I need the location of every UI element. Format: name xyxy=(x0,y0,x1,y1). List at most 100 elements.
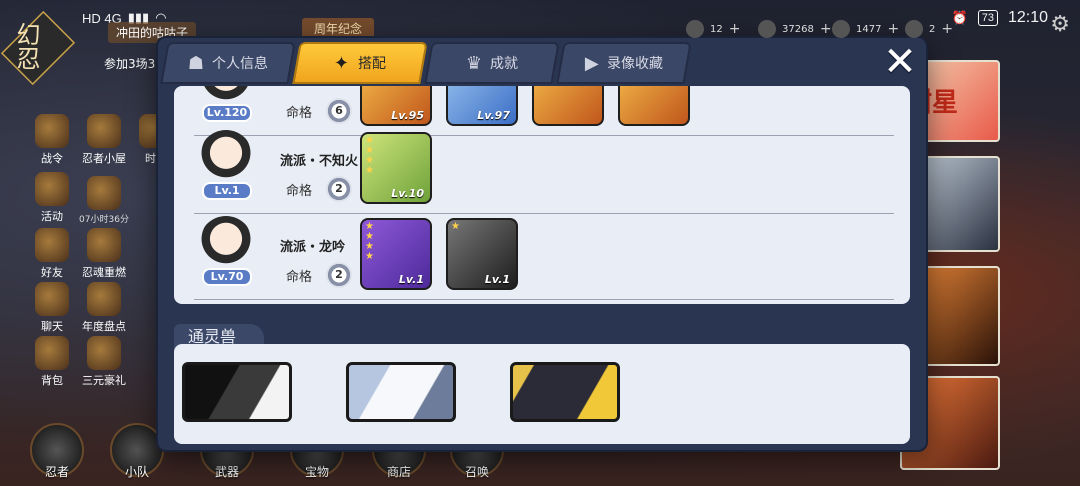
side-item-backpack[interactable]: 背包 xyxy=(24,336,80,388)
battery-indicator: 73 xyxy=(977,10,998,26)
equipment-slot[interactable]: ★ ★ ★ ★ Lv.10 xyxy=(360,132,432,204)
friends-icon xyxy=(35,228,69,262)
white-eagle-beast[interactable] xyxy=(346,362,456,422)
equipment-level: Lv.1 xyxy=(398,273,424,286)
tab-play[interactable]: ▶ 录像收藏 xyxy=(556,42,692,84)
ninja-row: Lv.70 流派・龙吟命格 2 ★ ★ ★ ★ Lv.1 ★ Lv.1 xyxy=(194,212,894,300)
sanyuan-gift-icon xyxy=(87,336,121,370)
black-wolf-beast[interactable] xyxy=(182,362,292,422)
side-item-soul-reforge[interactable]: 忍魂重燃 xyxy=(76,228,132,280)
soul-reforge-icon xyxy=(87,228,121,262)
side-item-timer-event[interactable]: 07小时36分 xyxy=(76,176,132,225)
side-item-label: 活动 xyxy=(41,210,63,223)
loadout-panel: Lv.120 命格 6 Lv.95 Lv.97 Lv.1 流派・不知火 命格 2 ★ ★ ★ ★ L… xyxy=(174,86,910,304)
tab-shuriken[interactable]: ✦ 搭配 xyxy=(292,42,428,84)
bottom-nav-label: 小队 xyxy=(124,465,149,479)
resource-value: 2 xyxy=(929,23,936,35)
resource-token[interactable]: 2 + xyxy=(905,20,953,38)
shuriken-icon: ✦ xyxy=(334,52,350,74)
side-item-label: 聊天 xyxy=(41,320,63,333)
equipment-level: Lv.97 xyxy=(477,109,510,122)
dialog-tabs: ☗ 个人信息 ✦ 搭配 ♛ 成就 ▶ 录像收藏 xyxy=(160,42,692,84)
equipment-slot[interactable] xyxy=(532,86,604,126)
bottom-nav-label: 忍者 xyxy=(44,465,69,479)
fate-label: 命格 xyxy=(286,106,313,121)
house-icon xyxy=(686,20,704,38)
annual-review-icon xyxy=(87,282,121,316)
resource-house[interactable]: 12 + xyxy=(686,20,740,38)
side-item-ninja-house[interactable]: 忍者小屋 xyxy=(76,114,132,166)
side-item-battle-pass[interactable]: 战令 xyxy=(24,114,80,166)
tab-trophy[interactable]: ♛ 成就 xyxy=(424,42,560,84)
gear-icon[interactable]: ⚙ xyxy=(1050,12,1070,37)
side-item-activity[interactable]: 活动 xyxy=(24,172,80,224)
resource-coin[interactable]: 37268 + xyxy=(758,20,832,38)
activity-icon xyxy=(35,172,69,206)
side-item-sanyuan-gift[interactable]: 三元豪礼 xyxy=(76,336,132,388)
fate-label: 命格 xyxy=(286,270,313,285)
close-button[interactable]: ✕ xyxy=(878,40,922,84)
side-item-timer: 07小时36分 xyxy=(79,215,129,225)
side-item-annual-review[interactable]: 年度盘点 xyxy=(76,282,132,334)
resource-value: 1477 xyxy=(856,23,882,35)
ninja-row: Lv.1 流派・不知火命格 2 ★ ★ ★ ★ Lv.10 xyxy=(194,126,894,214)
ninja-style-label: 流派・不知火 xyxy=(280,154,359,169)
ninja-level-badge: Lv.70 xyxy=(202,268,252,286)
ninja-style-label: 流派・龙吟 xyxy=(280,240,346,255)
ninja-portrait[interactable] xyxy=(198,130,254,190)
fate-icon[interactable]: 2 xyxy=(326,262,352,288)
side-item-label: 背包 xyxy=(41,374,63,387)
side-item-label: 忍者小屋 xyxy=(82,152,126,165)
star-rating: ★ ★ ★ ★ xyxy=(365,135,374,176)
equipment-level: Lv.1 xyxy=(484,273,510,286)
battle-pass-icon xyxy=(35,114,69,148)
side-item-friends[interactable]: 好友 xyxy=(24,228,80,280)
equipment-level: Lv.95 xyxy=(391,109,424,122)
plus-icon[interactable]: + xyxy=(941,21,953,37)
star-rating: ★ ★ ★ ★ xyxy=(365,221,374,262)
fate-icon[interactable]: 2 xyxy=(326,176,352,202)
star-rating: ★ xyxy=(451,221,460,232)
bottom-nav-label: 商店 xyxy=(386,465,411,479)
side-item-chat[interactable]: 聊天 xyxy=(24,282,80,334)
tab-label: 搭配 xyxy=(357,56,386,72)
clock: 12:10 xyxy=(1007,9,1048,26)
plus-icon[interactable]: + xyxy=(887,21,899,37)
side-item-label: 战令 xyxy=(41,152,63,165)
player-profile-dialog: ☗ 个人信息 ✦ 搭配 ♛ 成就 ▶ 录像收藏 ✕ Lv.120 命格 6 Lv.95 Lv.97 Lv… xyxy=(158,38,926,450)
fate-icon[interactable]: 6 xyxy=(326,98,352,124)
plus-icon[interactable]: + xyxy=(729,21,741,37)
equipment-slot[interactable] xyxy=(618,86,690,126)
ninja-level-badge: Lv.1 xyxy=(202,182,252,200)
equipment-slot[interactable]: ★ Lv.1 xyxy=(446,218,518,290)
summon-beast-panel xyxy=(174,344,910,444)
plus-icon[interactable]: + xyxy=(820,21,832,37)
chat-icon xyxy=(35,282,69,316)
bottom-nav-label: 宝物 xyxy=(304,465,329,479)
resource-value: 37268 xyxy=(782,23,814,35)
resource-gem[interactable]: 1477 + xyxy=(832,20,899,38)
equipment-slot[interactable]: Lv.97 xyxy=(446,86,518,126)
player-subtitle: 参加3场3 xyxy=(104,57,156,71)
alarm-icon: ⏰ xyxy=(951,10,968,25)
ninja-level-badge: Lv.120 xyxy=(202,104,252,122)
ninja-house-icon xyxy=(87,114,121,148)
bottom-nav-ninja[interactable]: 忍者 xyxy=(30,423,84,480)
timer-event-icon xyxy=(87,176,121,210)
bottom-nav-label: 武器 xyxy=(214,465,239,479)
bottom-nav-squad[interactable]: 小队 xyxy=(110,423,164,480)
tab-profile[interactable]: ☗ 个人信息 xyxy=(160,42,296,84)
equipment-slot[interactable]: ★ ★ ★ ★ Lv.1 xyxy=(360,218,432,290)
play-icon: ▶ xyxy=(585,52,599,74)
bottom-nav-label: 召唤 xyxy=(464,465,489,479)
equipment-slot[interactable]: Lv.95 xyxy=(360,86,432,126)
equipment-level: Lv.10 xyxy=(391,187,424,200)
coin-icon xyxy=(758,20,776,38)
dark-raven-beast[interactable] xyxy=(510,362,620,422)
fate-label: 命格 xyxy=(286,184,313,199)
event-banner[interactable]: 周年纪念 xyxy=(302,18,375,39)
gem-icon xyxy=(832,20,850,38)
ninja-portrait[interactable] xyxy=(198,216,254,276)
side-item-label: 年度盘点 xyxy=(82,320,126,333)
tab-label: 成就 xyxy=(490,56,519,72)
